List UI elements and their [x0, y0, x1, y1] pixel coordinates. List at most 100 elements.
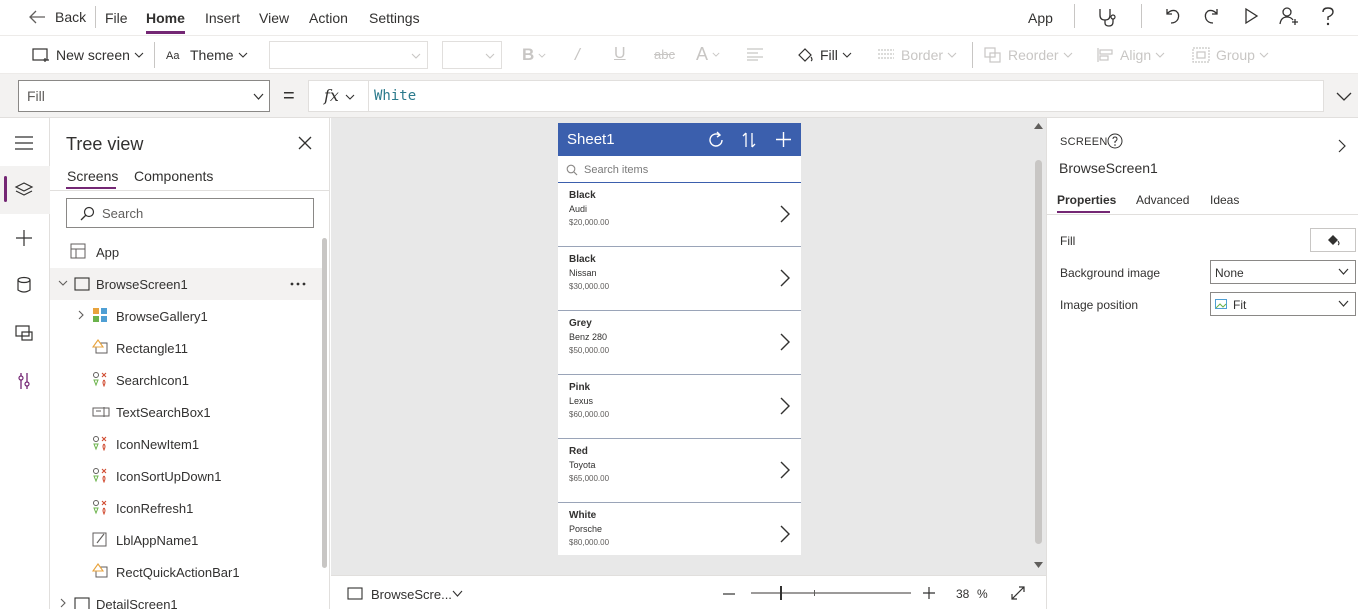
- tree-scrollbar[interactable]: [322, 238, 327, 568]
- fill-color-picker[interactable]: [1310, 228, 1356, 252]
- border-button[interactable]: Border: [877, 47, 957, 63]
- property-dropdown[interactable]: Fill: [18, 80, 270, 112]
- font-size-dropdown[interactable]: [442, 41, 502, 69]
- menu-settings[interactable]: Settings: [369, 10, 420, 26]
- expand-formula-icon[interactable]: [1336, 92, 1352, 101]
- tree-node-rectangle11[interactable]: Rectangle11: [50, 332, 322, 364]
- formula-bar: Fill = fx White: [0, 74, 1358, 118]
- zoom-slider[interactable]: [750, 584, 912, 602]
- underline-button[interactable]: U: [614, 45, 626, 63]
- fit-to-window-icon[interactable]: [1011, 586, 1025, 600]
- font-family-dropdown[interactable]: [269, 41, 428, 69]
- sort-up-down-icon[interactable]: [742, 132, 756, 148]
- font-color-button[interactable]: A: [696, 44, 720, 65]
- tab-components[interactable]: Components: [134, 168, 213, 184]
- background-image-dropdown[interactable]: None: [1210, 260, 1356, 284]
- tab-advanced[interactable]: Advanced: [1136, 193, 1189, 207]
- tree-node-browsescreen1[interactable]: BrowseScreen1: [50, 268, 322, 300]
- gallery-item[interactable]: Red Toyota $65,000.00: [558, 439, 801, 503]
- italic-button[interactable]: /: [575, 45, 580, 65]
- chevron-right-icon[interactable]: [780, 333, 790, 351]
- app-checker-icon[interactable]: [1096, 6, 1118, 28]
- tree-search-input[interactable]: Search: [66, 198, 314, 228]
- app-screen-preview[interactable]: Sheet1 Search items Black Audi $20,000.0…: [558, 123, 801, 555]
- bold-button[interactable]: B: [522, 45, 546, 65]
- tree-node-iconsortupdown1[interactable]: IconSortUpDown1: [50, 460, 322, 492]
- gallery-item[interactable]: Pink Lexus $60,000.00: [558, 375, 801, 439]
- gallery-item[interactable]: Black Audi $20,000.00: [558, 183, 801, 247]
- add-item-icon[interactable]: [776, 132, 791, 147]
- tab-screens[interactable]: Screens: [67, 168, 118, 184]
- reorder-button[interactable]: Reorder: [984, 47, 1073, 63]
- insert-plus-icon[interactable]: [14, 229, 34, 247]
- tree-node-browsegallery1[interactable]: BrowseGallery1: [50, 300, 322, 332]
- chevron-right-icon[interactable]: [60, 598, 66, 608]
- hamburger-menu-icon[interactable]: [14, 136, 34, 150]
- back-button[interactable]: Back: [28, 9, 86, 25]
- canvas-scrollbar[interactable]: [1031, 118, 1046, 575]
- more-options-icon[interactable]: [290, 282, 306, 286]
- gallery-item[interactable]: White Porsche $80,000.00: [558, 503, 801, 567]
- chevron-right-icon[interactable]: [780, 269, 790, 287]
- tree-node-detailscreen1[interactable]: DetailScreen1: [50, 588, 322, 609]
- chevron-down-icon[interactable]: [58, 280, 68, 286]
- menu-insert[interactable]: Insert: [205, 10, 240, 26]
- tree-node-lblappname1[interactable]: LblAppName1: [50, 524, 322, 556]
- tree-node-label: App: [96, 245, 120, 260]
- group-button[interactable]: Group: [1192, 47, 1269, 63]
- tree-node-rectquickactionbar1[interactable]: RectQuickActionBar1: [50, 556, 322, 588]
- chevron-right-icon[interactable]: [780, 205, 790, 223]
- tree-view-layers-icon[interactable]: [14, 181, 34, 199]
- formula-input[interactable]: White: [368, 80, 1324, 112]
- refresh-icon[interactable]: [707, 131, 725, 149]
- theme-button[interactable]: Aa Theme: [166, 47, 248, 63]
- strikethrough-button[interactable]: abc: [654, 47, 675, 62]
- tree-node-iconnewitem1[interactable]: IconNewItem1: [50, 428, 322, 460]
- play-icon[interactable]: [1242, 7, 1260, 25]
- info-help-icon[interactable]: [1107, 133, 1123, 149]
- zoom-unit: %: [977, 587, 988, 601]
- zoom-in-icon[interactable]: [923, 587, 935, 599]
- advanced-tools-icon[interactable]: [14, 372, 34, 390]
- scroll-up-arrow-icon[interactable]: [1034, 123, 1043, 129]
- tab-properties[interactable]: Properties: [1057, 193, 1116, 207]
- scroll-down-arrow-icon[interactable]: [1034, 562, 1043, 568]
- app-label[interactable]: App: [1028, 10, 1053, 26]
- tab-ideas[interactable]: Ideas: [1210, 193, 1239, 207]
- tree-node-textsearchbox1[interactable]: TextSearchBox1: [50, 396, 322, 428]
- gallery-item[interactable]: Grey Benz 280 $50,000.00: [558, 311, 801, 375]
- collapse-panel-chevron-icon[interactable]: [1338, 139, 1346, 153]
- new-screen-button[interactable]: New screen: [32, 47, 144, 63]
- close-icon[interactable]: [298, 136, 312, 150]
- chevron-right-icon[interactable]: [780, 525, 790, 543]
- share-user-icon[interactable]: [1278, 5, 1300, 27]
- help-icon[interactable]: [1320, 6, 1336, 26]
- tree-node-iconrefresh1[interactable]: IconRefresh1: [50, 492, 322, 524]
- fx-button[interactable]: fx: [308, 80, 369, 112]
- menu-home[interactable]: Home: [146, 10, 185, 26]
- chevron-right-icon[interactable]: [780, 397, 790, 415]
- tree-node-app[interactable]: App: [50, 236, 322, 268]
- data-database-icon[interactable]: [14, 276, 34, 294]
- gallery-item[interactable]: Black Nissan $30,000.00: [558, 247, 801, 311]
- redo-icon[interactable]: [1202, 6, 1222, 26]
- chevron-right-icon[interactable]: [780, 461, 790, 479]
- scrollbar-thumb[interactable]: [1035, 160, 1042, 544]
- app-title[interactable]: Sheet1: [567, 131, 615, 148]
- tree-node-searchicon1[interactable]: SearchIcon1: [50, 364, 322, 396]
- gallery-search-box[interactable]: Search items: [558, 156, 801, 183]
- image-position-dropdown[interactable]: Fit: [1210, 292, 1356, 316]
- text-align-button[interactable]: [746, 47, 770, 61]
- media-icon[interactable]: [14, 324, 34, 342]
- menu-action[interactable]: Action: [309, 10, 348, 26]
- menu-view[interactable]: View: [259, 10, 289, 26]
- current-screen-selector[interactable]: BrowseScre...: [371, 587, 452, 602]
- zoom-out-icon[interactable]: [723, 593, 735, 595]
- fill-button[interactable]: Fill: [796, 47, 852, 63]
- align-button[interactable]: Align: [1096, 47, 1165, 63]
- tree-view-title: Tree view: [66, 134, 144, 154]
- chevron-down-icon[interactable]: [452, 590, 463, 597]
- menu-file[interactable]: File: [105, 10, 128, 26]
- undo-icon[interactable]: [1162, 6, 1182, 26]
- chevron-right-icon[interactable]: [78, 310, 84, 320]
